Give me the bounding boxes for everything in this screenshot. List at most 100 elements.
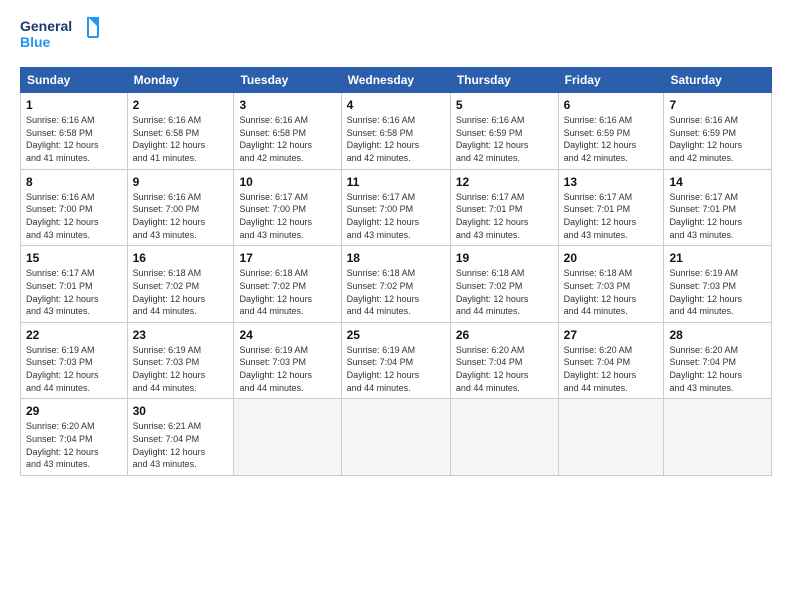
week-row-2: 8 Sunrise: 6:16 AMSunset: 7:00 PMDaylight… [21,169,772,246]
day-number: 19 [456,250,553,266]
day-info: Sunrise: 6:20 AMSunset: 7:04 PMDaylight:… [564,344,659,394]
day-header-monday: Monday [127,68,234,93]
day-number: 28 [669,327,766,343]
day-number: 21 [669,250,766,266]
day-number: 4 [347,97,445,113]
day-number: 12 [456,174,553,190]
calendar-cell: 5Sunrise: 6:16 AMSunset: 6:59 PMDaylight… [450,93,558,170]
day-info: Sunrise: 6:18 AMSunset: 7:02 PMDaylight:… [347,267,445,317]
day-info: Sunrise: 6:16 AMSunset: 7:00 PMDaylight:… [133,191,229,241]
day-header-saturday: Saturday [664,68,772,93]
day-number: 9 [133,174,229,190]
day-number: 29 [26,403,122,419]
day-number: 26 [456,327,553,343]
day-header-tuesday: Tuesday [234,68,341,93]
calendar-cell: 7Sunrise: 6:16 AMSunset: 6:59 PMDaylight… [664,93,772,170]
calendar-cell: 13Sunrise: 6:17 AMSunset: 7:01 PMDayligh… [558,169,664,246]
day-info: Sunrise: 6:18 AMSunset: 7:02 PMDaylight:… [133,267,229,317]
calendar-cell: 17Sunrise: 6:18 AMSunset: 7:02 PMDayligh… [234,246,341,323]
day-info: Sunrise: 6:20 AMSunset: 7:04 PMDaylight:… [456,344,553,394]
day-number: 10 [239,174,335,190]
day-info: Sunrise: 6:17 AMSunset: 7:00 PMDaylight:… [239,191,335,241]
day-number: 18 [347,250,445,266]
day-info: Sunrise: 6:16 AMSunset: 6:58 PMDaylight:… [133,114,229,164]
day-info: Sunrise: 6:18 AMSunset: 7:02 PMDaylight:… [239,267,335,317]
calendar-cell: 30Sunrise: 6:21 AMSunset: 7:04 PMDayligh… [127,399,234,476]
calendar-cell: 22Sunrise: 6:19 AMSunset: 7:03 PMDayligh… [21,322,128,399]
day-info: Sunrise: 6:16 AMSunset: 6:58 PMDaylight:… [26,114,122,164]
day-number: 8 [26,174,122,190]
day-number: 6 [564,97,659,113]
day-info: Sunrise: 6:21 AMSunset: 7:04 PMDaylight:… [133,420,229,470]
calendar-cell [341,399,450,476]
calendar-cell: 19Sunrise: 6:18 AMSunset: 7:02 PMDayligh… [450,246,558,323]
calendar-cell: 27Sunrise: 6:20 AMSunset: 7:04 PMDayligh… [558,322,664,399]
calendar-cell: 8Sunrise: 6:16 AMSunset: 7:00 PMDaylight… [21,169,128,246]
day-number: 1 [26,97,122,113]
day-number: 5 [456,97,553,113]
calendar-cell: 21Sunrise: 6:19 AMSunset: 7:03 PMDayligh… [664,246,772,323]
day-info: Sunrise: 6:20 AMSunset: 7:04 PMDaylight:… [26,420,122,470]
day-number: 2 [133,97,229,113]
day-info: Sunrise: 6:19 AMSunset: 7:03 PMDaylight:… [26,344,122,394]
calendar-cell: 29Sunrise: 6:20 AMSunset: 7:04 PMDayligh… [21,399,128,476]
day-number: 16 [133,250,229,266]
day-number: 24 [239,327,335,343]
calendar-cell [558,399,664,476]
calendar-cell [450,399,558,476]
day-number: 7 [669,97,766,113]
day-header-thursday: Thursday [450,68,558,93]
logo-svg: General Blue [20,15,100,57]
week-row-4: 22Sunrise: 6:19 AMSunset: 7:03 PMDayligh… [21,322,772,399]
day-header-sunday: Sunday [21,68,128,93]
calendar-cell: 6Sunrise: 6:16 AMSunset: 6:59 PMDaylight… [558,93,664,170]
day-info: Sunrise: 6:18 AMSunset: 7:03 PMDaylight:… [564,267,659,317]
calendar-cell: 28Sunrise: 6:20 AMSunset: 7:04 PMDayligh… [664,322,772,399]
day-number: 22 [26,327,122,343]
day-number: 30 [133,403,229,419]
calendar-table: SundayMondayTuesdayWednesdayThursdayFrid… [20,67,772,476]
day-info: Sunrise: 6:20 AMSunset: 7:04 PMDaylight:… [669,344,766,394]
day-number: 13 [564,174,659,190]
svg-text:General: General [20,18,72,34]
day-info: Sunrise: 6:16 AMSunset: 6:59 PMDaylight:… [669,114,766,164]
week-row-3: 15Sunrise: 6:17 AMSunset: 7:01 PMDayligh… [21,246,772,323]
day-info: Sunrise: 6:17 AMSunset: 7:01 PMDaylight:… [669,191,766,241]
calendar-cell: 3Sunrise: 6:16 AMSunset: 6:58 PMDaylight… [234,93,341,170]
calendar-cell: 14Sunrise: 6:17 AMSunset: 7:01 PMDayligh… [664,169,772,246]
week-row-1: 1Sunrise: 6:16 AMSunset: 6:58 PMDaylight… [21,93,772,170]
calendar-cell: 16Sunrise: 6:18 AMSunset: 7:02 PMDayligh… [127,246,234,323]
day-number: 11 [347,174,445,190]
calendar-cell: 1Sunrise: 6:16 AMSunset: 6:58 PMDaylight… [21,93,128,170]
calendar-cell: 2Sunrise: 6:16 AMSunset: 6:58 PMDaylight… [127,93,234,170]
calendar-cell: 25Sunrise: 6:19 AMSunset: 7:04 PMDayligh… [341,322,450,399]
day-number: 15 [26,250,122,266]
day-info: Sunrise: 6:19 AMSunset: 7:04 PMDaylight:… [347,344,445,394]
week-row-5: 29Sunrise: 6:20 AMSunset: 7:04 PMDayligh… [21,399,772,476]
day-info: Sunrise: 6:17 AMSunset: 7:01 PMDaylight:… [456,191,553,241]
day-info: Sunrise: 6:16 AMSunset: 6:59 PMDaylight:… [564,114,659,164]
calendar-cell: 20Sunrise: 6:18 AMSunset: 7:03 PMDayligh… [558,246,664,323]
calendar-cell: 18Sunrise: 6:18 AMSunset: 7:02 PMDayligh… [341,246,450,323]
calendar-cell: 12Sunrise: 6:17 AMSunset: 7:01 PMDayligh… [450,169,558,246]
day-info: Sunrise: 6:16 AMSunset: 6:58 PMDaylight:… [239,114,335,164]
calendar-cell [664,399,772,476]
calendar-cell: 23Sunrise: 6:19 AMSunset: 7:03 PMDayligh… [127,322,234,399]
day-number: 3 [239,97,335,113]
day-info: Sunrise: 6:17 AMSunset: 7:01 PMDaylight:… [564,191,659,241]
day-header-wednesday: Wednesday [341,68,450,93]
calendar-cell: 24Sunrise: 6:19 AMSunset: 7:03 PMDayligh… [234,322,341,399]
day-info: Sunrise: 6:17 AMSunset: 7:01 PMDaylight:… [26,267,122,317]
day-header-friday: Friday [558,68,664,93]
day-info: Sunrise: 6:19 AMSunset: 7:03 PMDaylight:… [669,267,766,317]
logo: General Blue [20,15,100,57]
calendar-cell: 9Sunrise: 6:16 AMSunset: 7:00 PMDaylight… [127,169,234,246]
day-info: Sunrise: 6:16 AMSunset: 6:59 PMDaylight:… [456,114,553,164]
day-info: Sunrise: 6:17 AMSunset: 7:00 PMDaylight:… [347,191,445,241]
day-number: 25 [347,327,445,343]
day-info: Sunrise: 6:18 AMSunset: 7:02 PMDaylight:… [456,267,553,317]
day-number: 17 [239,250,335,266]
day-number: 14 [669,174,766,190]
calendar-cell: 10Sunrise: 6:17 AMSunset: 7:00 PMDayligh… [234,169,341,246]
svg-text:Blue: Blue [20,34,51,50]
